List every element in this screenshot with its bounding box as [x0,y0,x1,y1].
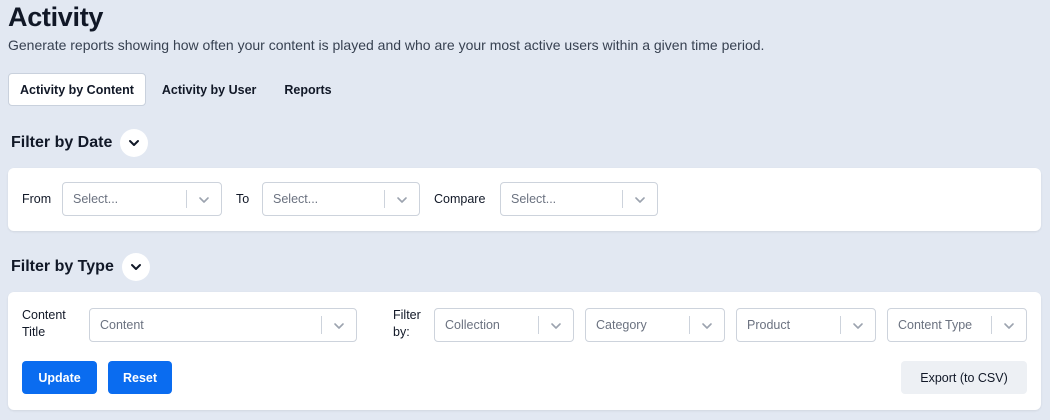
reset-button[interactable]: Reset [108,361,172,394]
content-type-select[interactable]: Content Type [887,308,1027,342]
chevron-down-icon [397,197,407,203]
select-separator [384,190,385,208]
to-label: To [236,192,250,206]
compare-select-placeholder: Select... [511,192,557,206]
content-title-label: Content Title [22,307,66,341]
content-title-label-line2: Title [22,325,46,339]
chevron-down-icon [551,323,561,329]
tab-activity-by-content[interactable]: Activity by Content [8,73,146,106]
product-placeholder: Product [747,318,791,332]
content-type-placeholder: Content Type [898,318,973,332]
to-select[interactable]: Select... [262,182,420,216]
from-label: From [22,192,52,206]
chevron-down-icon [853,323,863,329]
tab-activity-by-user[interactable]: Activity by User [150,73,268,106]
date-filter-collapse-button[interactable] [120,129,149,157]
update-button[interactable]: Update [22,361,97,394]
content-title-select[interactable]: Content [89,308,357,342]
select-separator [622,190,623,208]
category-select[interactable]: Category [585,308,725,342]
select-separator [321,316,322,334]
compare-label: Compare [434,192,486,206]
select-separator [991,316,992,334]
type-filter-title: Filter by Type [11,258,114,275]
chevron-down-icon [129,140,140,146]
export-csv-button[interactable]: Export (to CSV) [901,361,1027,394]
chevron-down-icon [702,323,712,329]
type-filter-header: Filter by Type [11,253,150,281]
tab-bar: Activity by Content Activity by User Rep… [8,73,344,106]
to-select-placeholder: Select... [273,192,319,206]
date-filter-panel: From Select... To Select... Compare Sele… [8,168,1041,231]
chevron-down-icon [199,197,209,203]
filter-by-label: Filter by: [393,307,421,341]
category-placeholder: Category [596,318,647,332]
from-select-placeholder: Select... [73,192,119,206]
product-select[interactable]: Product [736,308,876,342]
content-title-label-line1: Content [22,308,66,322]
select-separator [840,316,841,334]
collection-placeholder: Collection [445,318,500,332]
type-filter-collapse-button[interactable] [121,253,150,281]
tab-reports[interactable]: Reports [272,73,343,106]
chevron-down-icon [635,197,645,203]
collection-select[interactable]: Collection [434,308,574,342]
page-title: Activity [8,2,104,32]
select-separator [538,316,539,334]
type-filter-panel: Content Title Content Filter by: Collect… [8,292,1041,410]
filter-by-label-line1: Filter [393,308,421,322]
select-separator [186,190,187,208]
date-filter-header: Filter by Date [11,129,149,157]
chevron-down-icon [334,323,344,329]
compare-select[interactable]: Select... [500,182,658,216]
content-title-placeholder: Content [100,318,144,332]
chevron-down-icon [1004,323,1014,329]
page-subtitle: Generate reports showing how often your … [8,37,765,53]
from-select[interactable]: Select... [62,182,222,216]
select-separator [689,316,690,334]
filter-by-label-line2: by: [393,325,410,339]
chevron-down-icon [130,264,141,270]
date-filter-title: Filter by Date [11,134,113,151]
